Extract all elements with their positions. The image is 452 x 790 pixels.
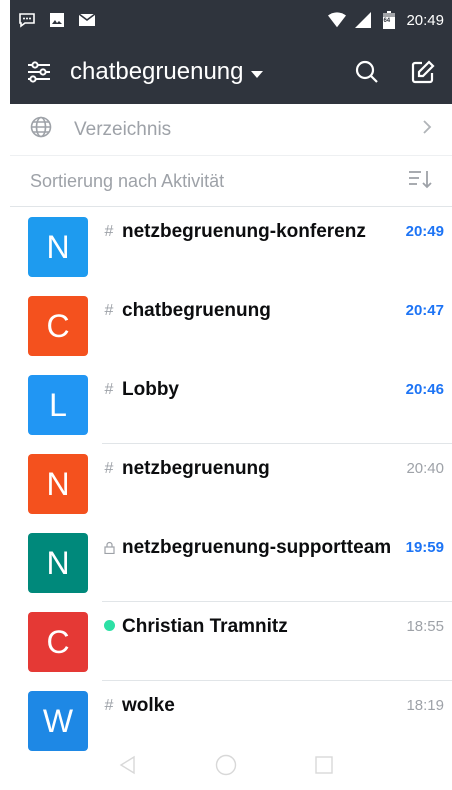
avatar: L [28,375,88,435]
avatar: C [28,296,88,356]
wifi-icon [328,11,347,29]
sort-icon[interactable] [408,169,432,194]
hash-icon: # [104,381,114,398]
chevron-right-icon [422,118,432,141]
edit-icon[interactable] [410,59,436,85]
room-name: chatbegruenung [122,300,271,321]
sliders-icon[interactable] [26,59,52,85]
room-timestamp: 20:47 [405,302,444,319]
app-header: chatbegruenung [10,40,452,104]
room-name: wolke [122,695,175,716]
online-status-icon [100,616,118,638]
room-item[interactable]: L # Lobby 20:46 [10,365,452,444]
room-timestamp: 20:40 [406,460,444,477]
sort-row[interactable]: Sortierung nach Aktivität [10,157,452,207]
room-name: netzbegruenung-supportteam [122,537,392,558]
directory-label: Verzeichnis [74,118,172,140]
directory-row[interactable]: Verzeichnis [10,104,452,156]
room-name: netzbegruenung [122,458,270,479]
sort-label: Sortierung nach Aktivität [30,171,225,191]
room-timestamp: 18:19 [406,697,444,714]
room-name: Lobby [122,379,179,400]
room-name: Christian Tramnitz [122,616,288,637]
search-icon[interactable] [354,59,380,85]
caret-down-icon [251,58,264,86]
android-nav-bar [0,745,452,790]
status-time: 20:49 [406,11,444,29]
back-icon[interactable] [118,755,138,780]
avatar: N [28,454,88,514]
hash-icon: # [104,223,114,240]
room-item[interactable]: C # chatbegruenung 20:47 [10,286,452,365]
room-timestamp: 20:49 [405,223,444,240]
room-list: N # netzbegruenung-konferenz 20:49 C # chatbeg… [10,207,452,760]
mail-icon [78,11,96,29]
chat-bubble-icon [18,11,36,29]
room-item[interactable]: N # netzbegruenung-konferenz 20:49 [10,207,452,286]
room-name: netzbegruenung-konferenz [122,221,366,242]
battery-level: 64 [383,18,391,24]
hash-icon: # [104,460,114,477]
image-icon [48,11,66,29]
status-bar: 64 20:49 [10,0,452,40]
globe-icon [30,116,52,143]
avatar: W [28,691,88,751]
hash-icon: # [104,302,114,319]
avatar: N [28,533,88,593]
recents-icon[interactable] [314,755,334,780]
room-item[interactable]: Nnetzbegruenung-supportteam 19:59 [10,523,452,602]
server-switcher[interactable]: chatbegruenung [70,58,264,86]
hash-icon: # [104,697,114,714]
home-icon[interactable] [215,754,237,781]
lock-icon [100,537,118,559]
signal-icon [354,11,372,29]
battery-icon: 64 [380,11,398,29]
room-timestamp: 19:59 [405,539,444,556]
page-title: chatbegruenung [70,58,244,85]
room-item[interactable]: N # netzbegruenung 20:40 [10,444,452,523]
room-timestamp: 20:46 [405,381,444,398]
avatar: C [28,612,88,672]
room-item[interactable]: C Christian Tramnitz 18:55 [10,602,452,681]
avatar: N [28,217,88,277]
room-timestamp: 18:55 [406,618,444,635]
